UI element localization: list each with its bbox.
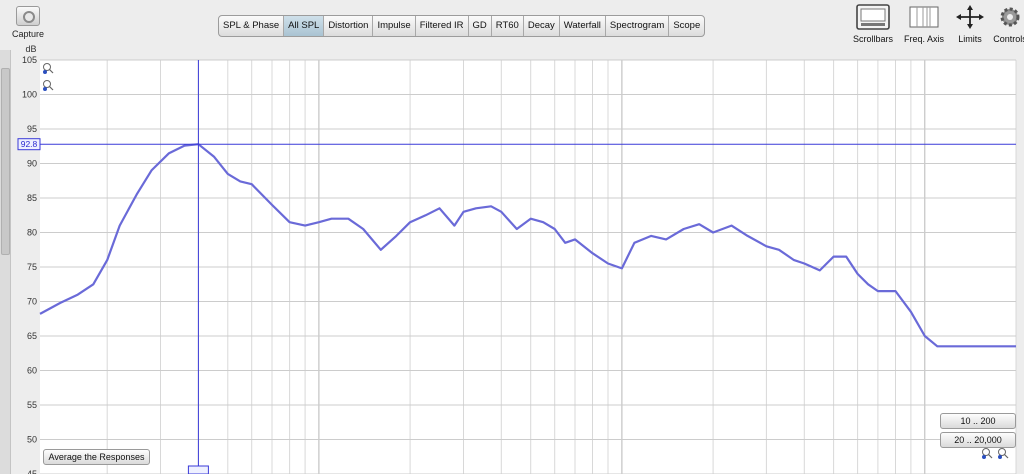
y-tick-label: 65 <box>27 331 37 341</box>
y-tick-label: 105 <box>22 55 37 65</box>
average-responses-button[interactable]: Average the Responses <box>43 449 150 465</box>
cursor-readout: 92.8 <box>17 138 41 151</box>
y-axis-unit: dB <box>25 44 36 54</box>
y-tick-label: 90 <box>27 159 37 169</box>
graph-area[interactable]: 45 50 55 60 65 70 75 80 85 90 95 100 105 dB 92.8 <box>0 0 1024 474</box>
cursor-x-readout <box>187 465 209 474</box>
y-tick-label: 60 <box>27 366 37 376</box>
y-tick-label: 95 <box>27 124 37 134</box>
y-tick-labels: 45 50 55 60 65 70 75 80 85 90 95 100 105 <box>22 55 37 474</box>
cursor-db-value: 92.8 <box>21 139 38 149</box>
y-tick-label: 45 <box>27 469 37 474</box>
y-tick-label: 80 <box>27 228 37 238</box>
y-tick-label: 70 <box>27 297 37 307</box>
range-20-20000-button[interactable]: 20 .. 20,000 <box>940 432 1016 448</box>
y-tick-label: 85 <box>27 193 37 203</box>
y-tick-label: 55 <box>27 400 37 410</box>
y-tick-label: 75 <box>27 262 37 272</box>
y-tick-label: 50 <box>27 435 37 445</box>
range-10-200-button[interactable]: 10 .. 200 <box>940 413 1016 429</box>
y-tick-label: 100 <box>22 90 37 100</box>
